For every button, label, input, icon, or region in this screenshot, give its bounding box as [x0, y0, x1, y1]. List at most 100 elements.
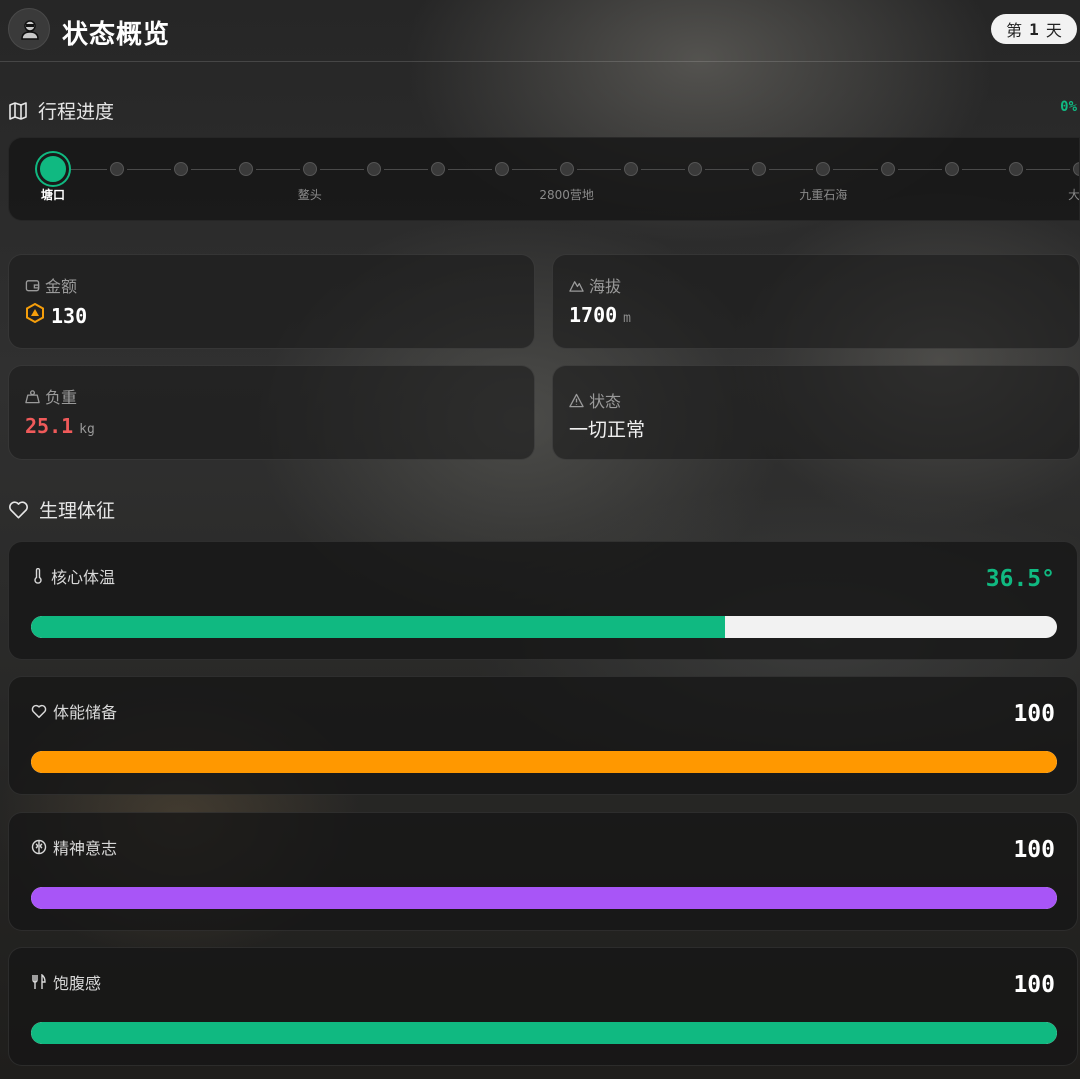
- track-node-current[interactable]: [37, 153, 69, 185]
- track-node[interactable]: [944, 162, 959, 176]
- vital-label: 饱腹感: [53, 973, 102, 993]
- track-segment: [448, 169, 493, 170]
- track-node[interactable]: [110, 162, 125, 176]
- vital-progress-bar: [31, 1021, 1057, 1044]
- track-node[interactable]: [302, 162, 317, 176]
- track-segment: [319, 169, 364, 170]
- status-value-group: 一切正常: [569, 415, 645, 442]
- status-value: 一切正常: [569, 419, 646, 441]
- track-node[interactable]: [1073, 162, 1079, 176]
- vital-value: 100: [1013, 836, 1055, 863]
- journey-progress-percent: 0%: [1060, 99, 1077, 115]
- page-title: 状态概览: [62, 20, 171, 50]
- avatar[interactable]: [8, 8, 50, 50]
- track-segment: [705, 169, 750, 170]
- day-number: 1: [1029, 19, 1039, 39]
- brain-icon: [31, 839, 47, 855]
- track-segment: [640, 169, 685, 170]
- track-segment: [576, 169, 621, 170]
- track-node[interactable]: [238, 162, 253, 176]
- vital-label-group: 核心体温: [31, 564, 115, 588]
- load-value-group: 25.1 kg: [25, 414, 95, 438]
- track-segment: [512, 169, 557, 170]
- altitude-label: 海拔: [589, 277, 622, 296]
- altitude-value-group: 1700 m: [569, 303, 631, 327]
- heart-icon: [9, 500, 28, 518]
- vital-card: 精神意志 100: [8, 811, 1078, 931]
- alert-triangle-icon: [569, 393, 584, 407]
- vital-progress-fill: [31, 886, 1057, 909]
- header: 状态概览 第 1 天: [0, 0, 1080, 62]
- track-node[interactable]: [367, 162, 381, 176]
- load-card: 负重 25.1 kg: [8, 365, 535, 460]
- money-label: 金额: [45, 277, 78, 296]
- track-segment: [833, 169, 878, 170]
- altitude-unit: m: [623, 311, 631, 326]
- track-node[interactable]: [752, 162, 767, 176]
- track-node[interactable]: [431, 162, 446, 176]
- vital-card: 体能储备 100: [8, 676, 1078, 796]
- track-label: 塘口: [40, 188, 66, 202]
- utensils-icon: [31, 973, 47, 990]
- vitals-section-title: 生理体征: [8, 496, 115, 523]
- vital-label-group: 饱腹感: [31, 970, 101, 994]
- track-segment: [63, 169, 108, 170]
- track-node[interactable]: [174, 162, 189, 176]
- load-label-group: 负重: [25, 384, 77, 408]
- vital-progress-fill: [31, 616, 725, 638]
- track-node[interactable]: [495, 162, 510, 176]
- track-node[interactable]: [816, 162, 831, 176]
- journey-title: 行程进度: [38, 101, 115, 123]
- vital-label: 精神意志: [53, 838, 118, 858]
- vital-label-group: 精神意志: [31, 835, 117, 859]
- vital-value: 100: [1013, 701, 1055, 728]
- status-label: 状态: [589, 392, 622, 411]
- vital-progress-fill: [31, 751, 1057, 774]
- journey-track: 塘口 鳌头 2800营地 九重石海 大文: [8, 137, 1080, 221]
- status-label-group: 状态: [569, 388, 621, 412]
- vital-value: 36.5°: [985, 566, 1055, 592]
- mountain-icon: [569, 280, 584, 292]
- vital-progress-fill: [31, 1021, 1057, 1044]
- track-node[interactable]: [688, 162, 702, 176]
- money-value: 130: [51, 304, 88, 328]
- money-card: 金额 130: [8, 254, 535, 349]
- money-label-group: 金额: [25, 273, 77, 297]
- track-node[interactable]: [880, 162, 895, 176]
- wallet-icon: [25, 279, 40, 291]
- load-value: 25.1: [25, 414, 74, 438]
- day-suffix: 天: [1045, 21, 1062, 40]
- track-segment: [191, 169, 236, 170]
- journey-section-title: 行程进度: [8, 97, 114, 124]
- track-node[interactable]: [623, 162, 638, 176]
- vital-progress-bar: [31, 751, 1057, 774]
- track-label: 九重石海: [799, 188, 848, 202]
- track-node[interactable]: [559, 162, 574, 176]
- load-unit: kg: [79, 422, 95, 437]
- track-segment: [897, 169, 942, 170]
- vital-label: 体能储备: [53, 703, 118, 723]
- vital-label: 核心体温: [51, 568, 116, 587]
- load-label: 负重: [45, 388, 78, 407]
- track-node[interactable]: [1009, 162, 1023, 176]
- track-label: 鳌头: [297, 188, 322, 202]
- vital-card: 饱腹感 100: [8, 946, 1078, 1066]
- money-value-group: 130: [25, 303, 87, 328]
- heart-icon: [31, 704, 47, 719]
- coin-icon: [26, 303, 44, 323]
- day-prefix: 第: [1006, 21, 1023, 40]
- vital-progress-bar: [31, 886, 1057, 909]
- altitude-card: 海拔 1700 m: [552, 254, 1080, 349]
- status-card: 状态 一切正常: [552, 365, 1080, 460]
- altitude-value: 1700: [569, 303, 618, 327]
- track-label: 大文: [1068, 188, 1080, 202]
- vitals-title: 生理体征: [39, 500, 116, 522]
- weight-icon: [25, 389, 40, 403]
- track-segment: [127, 169, 172, 170]
- vital-label-group: 体能储备: [31, 699, 117, 723]
- track-segment: [961, 169, 1006, 170]
- thermometer-icon: [31, 568, 45, 584]
- track-segment: [384, 169, 429, 170]
- day-counter-badge: 第 1 天: [991, 14, 1077, 44]
- track-segment: [1026, 169, 1071, 170]
